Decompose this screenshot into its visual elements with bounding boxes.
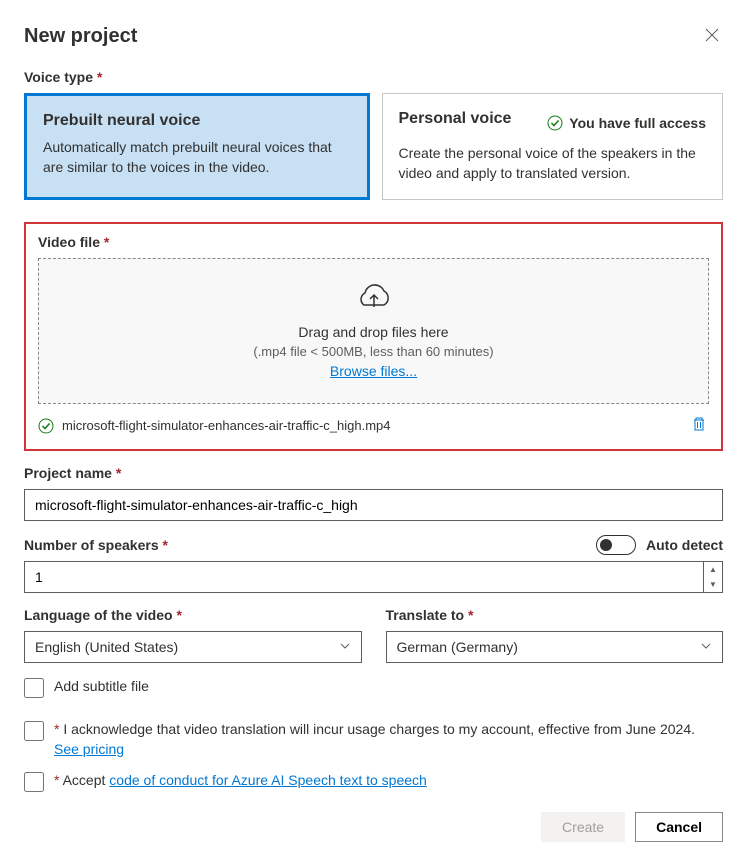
voice-card-desc: Automatically match prebuilt neural voic… — [43, 138, 351, 177]
voice-card-desc: Create the personal voice of the speaker… — [399, 144, 707, 183]
speakers-decrement[interactable]: ▼ — [704, 577, 722, 592]
subtitle-label: Add subtitle file — [54, 677, 149, 697]
drop-subtext: (.mp4 file < 500MB, less than 60 minutes… — [63, 344, 684, 359]
accept-conduct-label: * Accept code of conduct for Azure AI Sp… — [54, 771, 427, 791]
language-select[interactable]: English (United States) — [24, 631, 362, 663]
project-name-input[interactable] — [24, 489, 723, 521]
code-of-conduct-link[interactable]: code of conduct for Azure AI Speech text… — [109, 772, 427, 788]
check-circle-icon — [38, 418, 54, 434]
chevron-down-icon — [700, 639, 712, 655]
close-icon — [705, 28, 719, 42]
speakers-increment[interactable]: ▲ — [704, 562, 722, 577]
acknowledge-charges-label: * I acknowledge that video translation w… — [54, 720, 723, 759]
translate-label: Translate to — [386, 607, 724, 623]
project-name-label: Project name — [24, 465, 723, 481]
access-badge: You have full access — [547, 115, 706, 131]
browse-files-link[interactable]: Browse files... — [330, 363, 417, 379]
dialog-title: New project — [24, 25, 137, 48]
speakers-input[interactable] — [25, 562, 703, 592]
check-circle-icon — [547, 115, 563, 131]
cloud-upload-icon — [354, 283, 394, 316]
video-file-label: Video file — [38, 234, 709, 250]
translate-select[interactable]: German (Germany) — [386, 631, 724, 663]
auto-detect-toggle[interactable] — [596, 535, 636, 555]
trash-icon — [691, 416, 707, 432]
cancel-button[interactable]: Cancel — [635, 812, 723, 842]
accept-conduct-checkbox[interactable] — [24, 772, 44, 792]
access-badge-text: You have full access — [569, 115, 706, 131]
subtitle-checkbox[interactable] — [24, 678, 44, 698]
voice-type-label: Voice type — [24, 69, 723, 85]
voice-card-personal[interactable]: Personal voice You have full access Crea… — [382, 93, 724, 200]
chevron-down-icon — [339, 639, 351, 655]
uploaded-filename: microsoft-flight-simulator-enhances-air-… — [62, 418, 681, 433]
file-dropzone[interactable]: Drag and drop files here (.mp4 file < 50… — [38, 258, 709, 404]
speakers-label: Number of speakers — [24, 537, 168, 553]
see-pricing-link[interactable]: See pricing — [54, 741, 124, 757]
translate-value: German (Germany) — [397, 639, 518, 655]
language-label: Language of the video — [24, 607, 362, 623]
uploaded-file-row: microsoft-flight-simulator-enhances-air-… — [38, 414, 709, 437]
voice-card-title: Prebuilt neural voice — [43, 112, 351, 130]
language-value: English (United States) — [35, 639, 178, 655]
close-button[interactable] — [701, 24, 723, 49]
acknowledge-charges-checkbox[interactable] — [24, 721, 44, 741]
voice-card-prebuilt[interactable]: Prebuilt neural voice Automatically matc… — [24, 93, 370, 200]
delete-file-button[interactable] — [689, 414, 709, 437]
video-file-section: Video file Drag and drop files here (.mp… — [24, 222, 723, 451]
create-button[interactable]: Create — [541, 812, 625, 842]
voice-card-title: Personal voice — [399, 110, 512, 128]
auto-detect-label: Auto detect — [646, 537, 723, 553]
drop-text: Drag and drop files here — [63, 324, 684, 340]
